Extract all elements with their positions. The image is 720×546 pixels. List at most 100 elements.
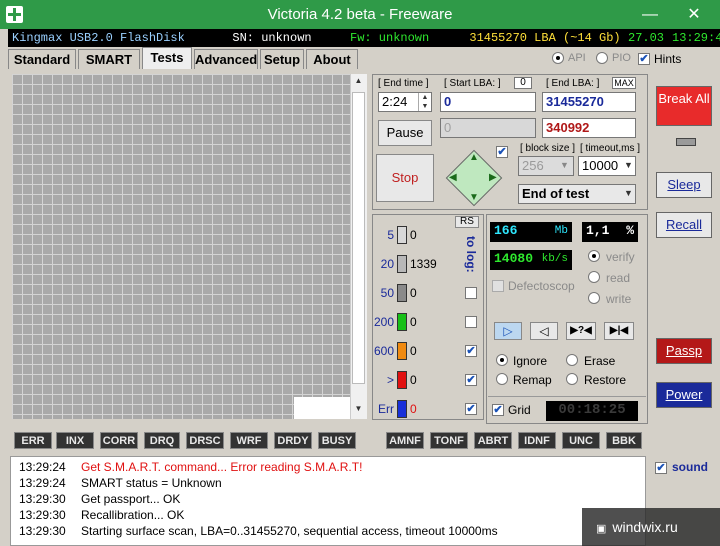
block-size-dropdown-icon[interactable]: ▼: [560, 160, 569, 170]
hints-checkbox[interactable]: ✔: [638, 53, 650, 65]
play-backward-icon[interactable]: ◁: [530, 322, 558, 340]
status-flag: WRF: [230, 432, 268, 449]
legend-log-checkbox[interactable]: ✔: [465, 374, 477, 386]
restore-radio[interactable]: [566, 373, 578, 385]
watermark-logo-icon: ▣: [596, 523, 607, 535]
defectoscop-label: Defectoscop: [508, 279, 575, 293]
restore-label: Restore: [584, 373, 627, 387]
tab-standard[interactable]: Standard: [8, 49, 76, 69]
verify-radio[interactable]: [588, 250, 600, 262]
break-all-button[interactable]: Break All: [656, 86, 712, 126]
legend-log-checkbox[interactable]: ✔: [465, 403, 477, 415]
legend-color-swatch: [397, 400, 407, 418]
stop-button[interactable]: Stop: [376, 154, 434, 202]
percent-unit: %: [626, 223, 634, 238]
read-label: read: [606, 271, 631, 285]
direction-checkbox[interactable]: ✔: [496, 146, 508, 158]
rs-button[interactable]: RS: [455, 216, 479, 228]
legend-label: 50: [380, 286, 394, 300]
timeout-dropdown-icon[interactable]: ▼: [624, 160, 633, 170]
defectoscop-checkbox[interactable]: [492, 280, 504, 292]
end-action-dropdown-icon[interactable]: ▼: [624, 188, 633, 198]
legend-log-checkbox[interactable]: [465, 316, 477, 328]
start-lba-label: [ Start LBA: ]: [444, 78, 501, 89]
arrow-down-icon[interactable]: ▼: [469, 192, 479, 203]
current-time: 13:29:4: [672, 31, 720, 45]
status-flag: DRQ: [144, 432, 180, 449]
legend-count: 0: [410, 402, 417, 416]
arrow-up-icon[interactable]: ▲: [469, 152, 479, 163]
status-flag: INX: [56, 432, 94, 449]
start-lba-zero-button[interactable]: 0: [514, 77, 532, 89]
to-log-label: to log:: [464, 236, 478, 273]
drive-size: 31455270 LBA (~14 Gb): [469, 31, 621, 45]
butterfly-icon[interactable]: ▶|◀: [604, 322, 634, 340]
grid-label: Grid: [508, 403, 531, 417]
erase-radio[interactable]: [566, 354, 578, 366]
play-forward-icon[interactable]: ▷: [494, 322, 522, 340]
tab-tests[interactable]: Tests: [142, 47, 192, 69]
end-lba-max-button[interactable]: MAX: [612, 77, 636, 89]
timeout-label: [ timeout,ms ]: [580, 143, 641, 154]
current-date: 27.03: [628, 31, 665, 45]
legend-log-checkbox[interactable]: ✔: [465, 345, 477, 357]
end-time-label: [ End time ]: [378, 78, 429, 89]
legend-log-checkbox[interactable]: [465, 287, 477, 299]
log-message: Get passport... OK: [81, 492, 181, 506]
random-seek-icon[interactable]: ▶?◀: [566, 322, 596, 340]
status-flag: DRSC: [186, 432, 224, 449]
ignore-radio[interactable]: [496, 354, 508, 366]
pio-radio[interactable]: [596, 52, 608, 64]
passp-button[interactable]: Passp: [656, 338, 712, 364]
pause-button[interactable]: Pause: [378, 120, 432, 146]
pio-label: PIO: [612, 52, 631, 64]
write-radio[interactable]: [588, 292, 600, 304]
legend-color-swatch: [397, 284, 407, 302]
status-flag: TONF: [430, 432, 468, 449]
close-button[interactable]: ✕: [672, 0, 716, 29]
legend-color-swatch: [397, 255, 407, 273]
divider: [488, 396, 646, 397]
tab-smart[interactable]: SMART: [78, 49, 140, 69]
scroll-down-icon[interactable]: ▼: [352, 404, 365, 418]
hints-label: Hints: [654, 52, 682, 66]
legend-count: 0: [410, 373, 417, 387]
mb-value: 166: [494, 223, 518, 238]
log-message: SMART status = Unknown: [81, 476, 222, 490]
drive-serial: SN: unknown: [232, 31, 312, 45]
legend-label: Err: [378, 402, 394, 416]
legend-label: 20: [380, 257, 394, 271]
log-time: 13:29:30: [19, 524, 66, 538]
power-button[interactable]: Power: [656, 382, 712, 408]
remap-radio[interactable]: [496, 373, 508, 385]
read-radio[interactable]: [588, 271, 600, 283]
status-flag: ABRT: [474, 432, 512, 449]
legend-label: >: [386, 373, 394, 387]
api-radio[interactable]: [552, 52, 564, 64]
minimize-button[interactable]: —: [630, 0, 670, 29]
scroll-up-icon[interactable]: ▲: [352, 76, 365, 90]
end-action-select[interactable]: End of test: [518, 184, 636, 204]
percent-display: 1,1 %: [582, 222, 638, 242]
recall-button[interactable]: Recall: [656, 212, 712, 238]
log-time: 13:29:24: [19, 476, 66, 490]
timer-display: 00:18:25: [546, 401, 638, 421]
log-panel[interactable]: 13:29:24 Get S.M.A.R.T. command... Error …: [10, 456, 646, 546]
tab-setup[interactable]: Setup: [260, 49, 304, 69]
erase-label: Erase: [584, 354, 616, 368]
scroll-thumb[interactable]: [352, 92, 365, 384]
grid-checkbox[interactable]: ✔: [492, 404, 504, 416]
end-lba-field[interactable]: 31455270: [542, 92, 636, 112]
tab-advanced[interactable]: Advanced: [194, 49, 258, 69]
arrow-right-icon[interactable]: ▶: [489, 172, 497, 183]
sound-checkbox[interactable]: ✔: [655, 462, 667, 474]
end-time-spinner-icon[interactable]: ▲ ▼: [418, 93, 431, 111]
start-lba-field[interactable]: 0: [440, 92, 536, 112]
legend-color-swatch: [397, 342, 407, 360]
log-message: Recallibration... OK: [81, 508, 185, 522]
verify-label: verify: [606, 250, 635, 264]
sleep-button[interactable]: Sleep: [656, 172, 712, 198]
arrow-left-icon[interactable]: ◀: [449, 172, 457, 183]
write-label: write: [606, 292, 632, 306]
tab-about[interactable]: About: [306, 49, 358, 69]
